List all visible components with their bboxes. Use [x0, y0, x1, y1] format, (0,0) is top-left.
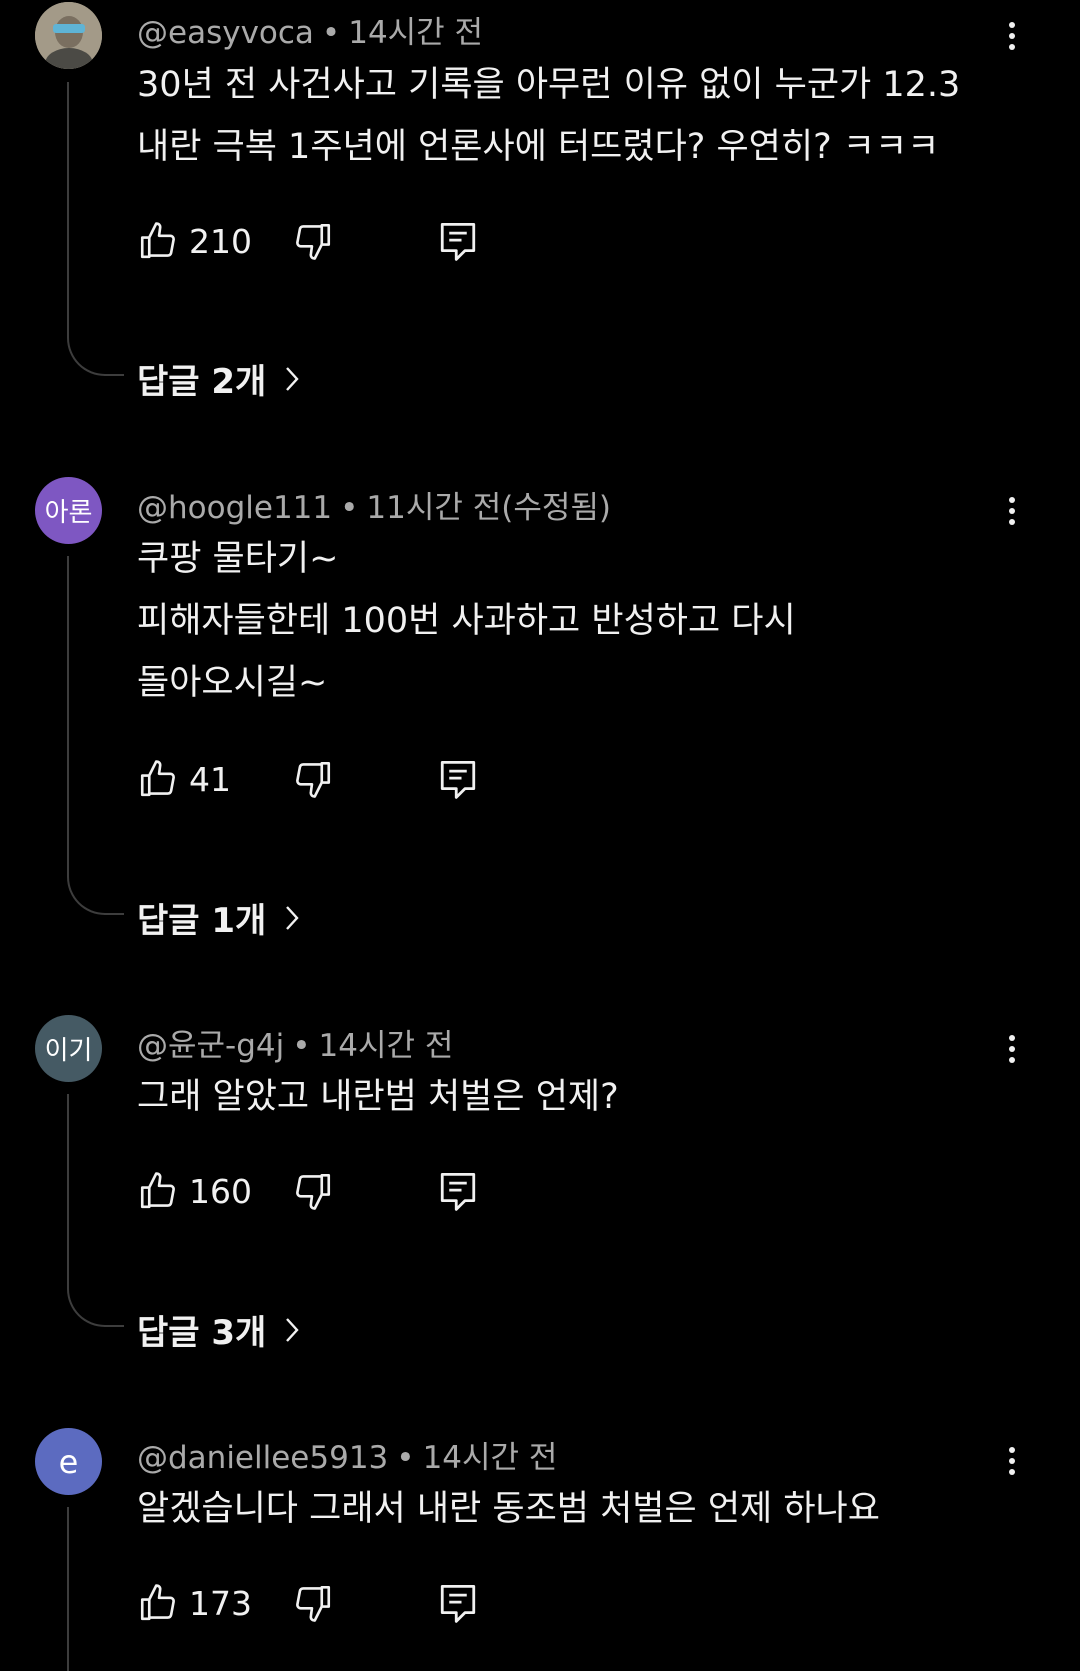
- more-options-button[interactable]: [992, 486, 1032, 536]
- reply-comment-icon: [440, 1172, 476, 1211]
- more-vert-icon-dot: [1009, 1469, 1015, 1475]
- timestamp: 14시간 전: [348, 15, 484, 51]
- comment-line: 쿠팡 물타기~: [137, 539, 339, 579]
- more-vert-icon-dot: [1009, 22, 1015, 28]
- thumbs-down-icon: [296, 761, 331, 798]
- more-vert-icon-dot: [1009, 44, 1015, 50]
- comment-text: 쿠팡 물타기~ 피해자들한테 100번 사과하고 반성하고 다시 돌아오시길~: [137, 528, 796, 714]
- like-button[interactable]: 160: [137, 1166, 252, 1216]
- thumbs-down-icon: [296, 223, 331, 260]
- comment-text: 알겠습니다 그래서 내란 동조범 처벌은 언제 하나요: [137, 1478, 880, 1540]
- comment-text: 30년 전 사건사고 기록을 아무런 이유 없이 누군가 12.3 내란 극복 …: [137, 54, 960, 178]
- comment-meta: @daniellee5913 • 14시간 전: [137, 1432, 557, 1477]
- reply-comment-icon: [440, 760, 476, 799]
- comment-actions: 210: [137, 216, 637, 266]
- comment-meta: @윤군-g4j • 14시간 전: [137, 1020, 453, 1065]
- reply-button[interactable]: [437, 216, 479, 266]
- like-count: 173: [189, 1583, 252, 1623]
- comment-line: 피해자들한테 100번 사과하고 반성하고 다시: [137, 601, 796, 641]
- comment-line: 알겠습니다 그래서 내란 동조범 처벌은 언제 하나요: [137, 1489, 880, 1529]
- more-vert-icon-dot: [1009, 1046, 1015, 1052]
- thumbs-up-icon: [140, 222, 175, 259]
- comment-line: 30년 전 사건사고 기록을 아무런 이유 없이 누군가 12.3: [137, 65, 961, 105]
- avatar-photo-icon: [35, 2, 102, 69]
- like-button[interactable]: 173: [137, 1578, 252, 1628]
- avatar-initials: 이기: [44, 1036, 93, 1066]
- more-vert-icon-dot: [1009, 508, 1015, 514]
- reply-comment-icon: [440, 222, 476, 261]
- avatar[interactable]: e: [35, 1428, 102, 1495]
- comment-text: 그래 알았고 내란범 처벌은 언제?: [137, 1066, 619, 1128]
- author-name[interactable]: @윤군-g4j: [137, 1028, 284, 1064]
- author-name[interactable]: @easyvoca: [137, 15, 314, 51]
- comment-actions: 160: [137, 1166, 637, 1216]
- comment-actions: 173: [137, 1578, 637, 1628]
- chevron-right-icon: [286, 366, 299, 391]
- timestamp: 14시간 전: [318, 1028, 454, 1064]
- timestamp: 14시간 전: [422, 1440, 558, 1476]
- more-vert-icon-dot: [1009, 1458, 1015, 1464]
- like-button[interactable]: 41: [137, 754, 231, 804]
- chevron-right-icon: [286, 905, 299, 930]
- more-vert-icon-dot: [1009, 1447, 1015, 1453]
- comment-line: 그래 알았고 내란범 처벌은 언제?: [137, 1077, 619, 1117]
- like-count: 210: [189, 221, 252, 261]
- author-name[interactable]: @hoogle111: [137, 490, 332, 526]
- dislike-button[interactable]: [292, 216, 334, 266]
- comment-line: 돌아오시길~: [137, 663, 328, 703]
- avatar[interactable]: 아론: [35, 477, 102, 544]
- thumbs-down-icon: [296, 1173, 331, 1210]
- thread-line: [67, 1507, 69, 1671]
- more-vert-icon-dot: [1009, 33, 1015, 39]
- dislike-button[interactable]: [292, 1166, 334, 1216]
- avatar-initials: e: [58, 1442, 79, 1481]
- view-replies-button[interactable]: 답글 1개: [137, 893, 300, 942]
- avatar-initials: 아론: [44, 498, 93, 528]
- more-vert-icon-dot: [1009, 1035, 1015, 1041]
- thread-line: [67, 1094, 124, 1327]
- more-options-button[interactable]: [992, 1436, 1032, 1486]
- replies-label: 답글 1개: [137, 901, 267, 941]
- like-count: 160: [189, 1171, 252, 1211]
- more-options-button[interactable]: [992, 1024, 1032, 1074]
- avatar[interactable]: [35, 2, 102, 69]
- timestamp: 11시간 전(수정됨): [366, 490, 612, 526]
- like-button[interactable]: 210: [137, 216, 252, 266]
- more-vert-icon-dot: [1009, 519, 1015, 525]
- thumbs-up-icon: [140, 1584, 175, 1621]
- meta-separator: •: [321, 15, 341, 51]
- more-options-button[interactable]: [992, 11, 1032, 61]
- comment-meta: @hoogle111 • 11시간 전(수정됨): [137, 482, 611, 527]
- reply-button[interactable]: [437, 754, 479, 804]
- comment-meta: @easyvoca • 14시간 전: [137, 7, 483, 52]
- view-replies-button[interactable]: 답글 2개: [137, 354, 300, 403]
- meta-separator: •: [292, 1028, 311, 1064]
- chevron-right-icon: [286, 1317, 299, 1342]
- thread-line: [67, 82, 124, 376]
- reply-button[interactable]: [437, 1166, 479, 1216]
- avatar[interactable]: 이기: [35, 1015, 102, 1082]
- comment-actions: 41: [137, 754, 637, 804]
- meta-separator: •: [340, 490, 359, 526]
- dislike-button[interactable]: [292, 754, 334, 804]
- thread-line: [67, 556, 124, 915]
- replies-label: 답글 3개: [137, 1313, 267, 1353]
- thumbs-down-icon: [296, 1585, 331, 1622]
- meta-separator: •: [396, 1440, 415, 1476]
- like-count: 41: [189, 759, 231, 799]
- view-replies-button[interactable]: 답글 3개: [137, 1305, 300, 1354]
- more-vert-icon-dot: [1009, 497, 1015, 503]
- thumbs-up-icon: [140, 760, 175, 797]
- dislike-button[interactable]: [292, 1578, 334, 1628]
- more-vert-icon-dot: [1009, 1057, 1015, 1063]
- reply-comment-icon: [440, 1584, 476, 1623]
- author-name[interactable]: @daniellee5913: [137, 1440, 388, 1476]
- reply-button[interactable]: [437, 1578, 479, 1628]
- replies-label: 답글 2개: [137, 362, 267, 402]
- thumbs-up-icon: [140, 1172, 175, 1209]
- comment-line: 내란 극복 1주년에 언론사에 터뜨렸다? 우연히? ㅋㅋㅋ: [137, 127, 940, 167]
